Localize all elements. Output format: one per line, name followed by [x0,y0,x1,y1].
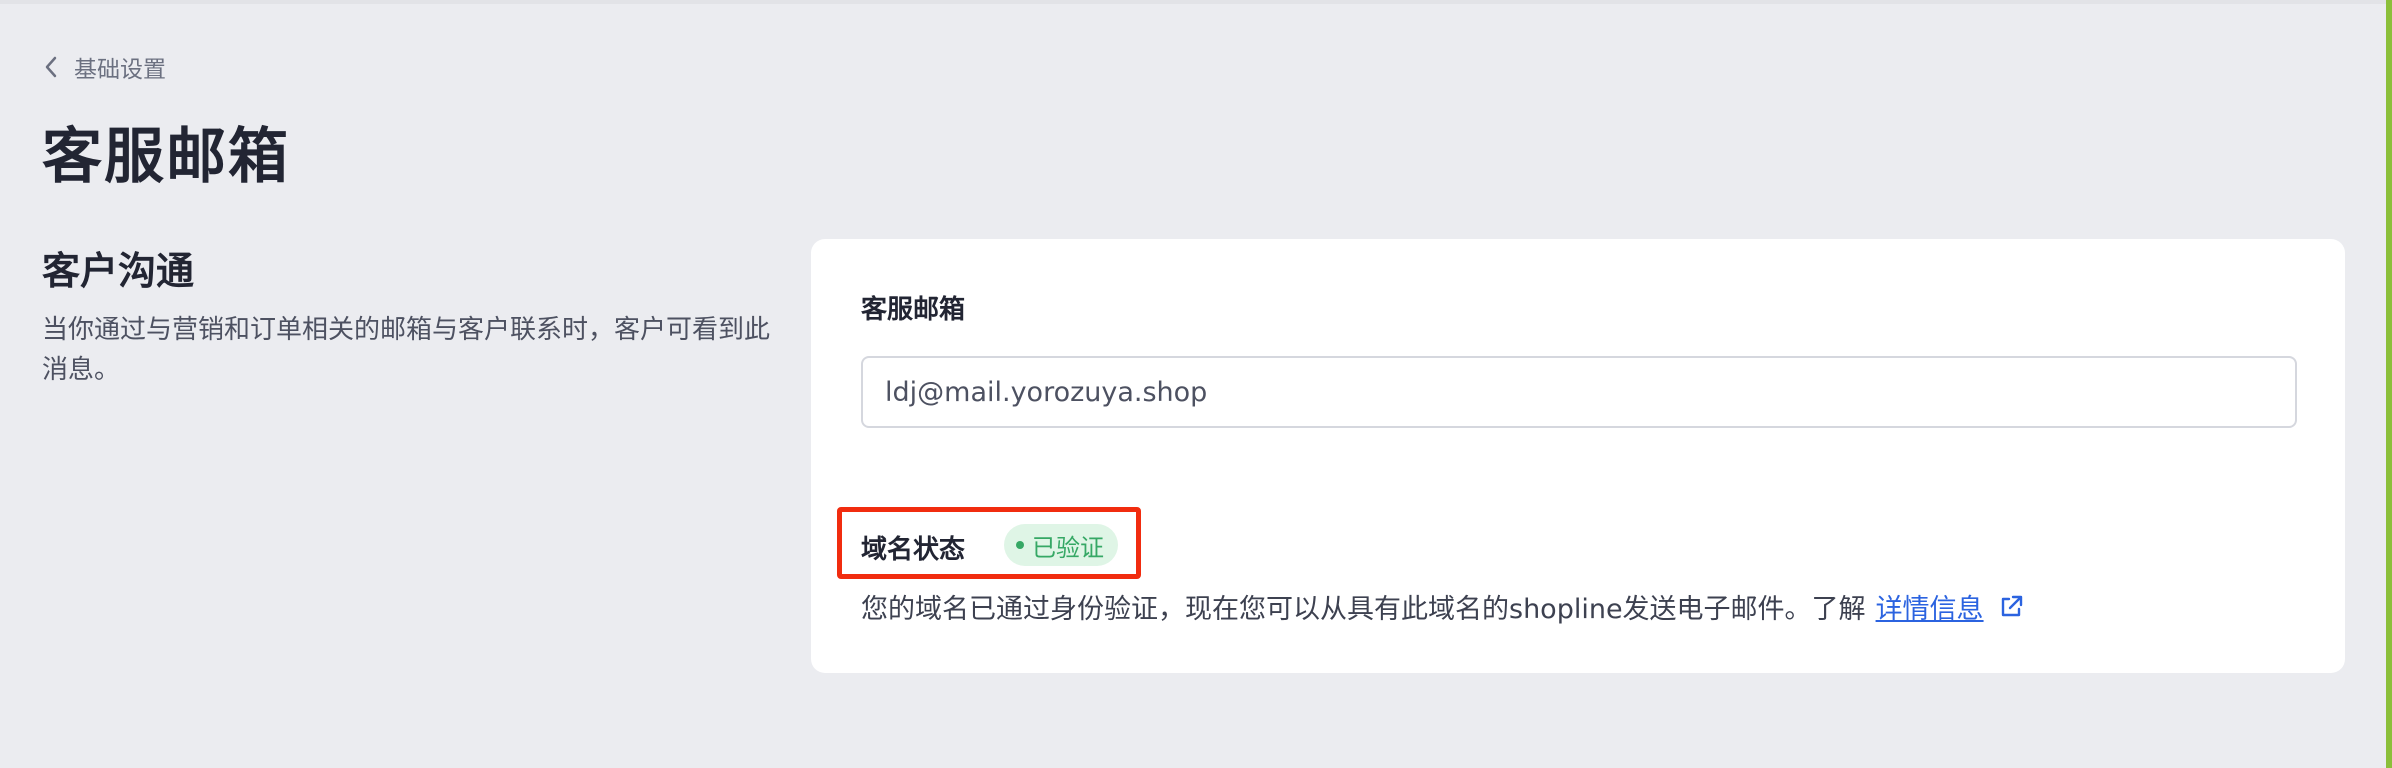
email-field[interactable] [861,356,2297,428]
breadcrumb-back[interactable]: 基础设置 [44,50,166,84]
external-link-icon [1998,594,2024,620]
breadcrumb-label: 基础设置 [74,57,166,83]
settings-card: 客服邮箱 域名状态 已验证 您的域名已通过身份验证，现在您可以从具有此域名的sh… [811,239,2345,673]
page-title: 客服邮箱 [42,122,290,192]
status-dot-icon [1016,541,1024,549]
top-strip [0,0,2392,4]
scrollbar-accent[interactable] [2386,0,2392,768]
section-description: 当你通过与营销和订单相关的邮箱与客户联系时，客户可看到此消息。 [42,315,771,385]
section-heading: 客户沟通 [42,249,195,293]
email-field-label: 客服邮箱 [861,295,966,325]
domain-description: 您的域名已通过身份验证，现在您可以从具有此域名的shopline发送电子邮件。了… [861,587,2024,626]
status-badge: 已验证 [1004,524,1118,566]
status-badge-label: 已验证 [1032,533,1104,562]
domain-status-label: 域名状态 [861,535,966,565]
details-link-label: 详情信息 [1875,594,1984,625]
details-link[interactable]: 详情信息 [1876,587,2024,626]
chevron-left-icon [44,56,58,78]
domain-description-text: 您的域名已通过身份验证，现在您可以从具有此域名的shopline发送电子邮件。了… [861,594,1866,625]
